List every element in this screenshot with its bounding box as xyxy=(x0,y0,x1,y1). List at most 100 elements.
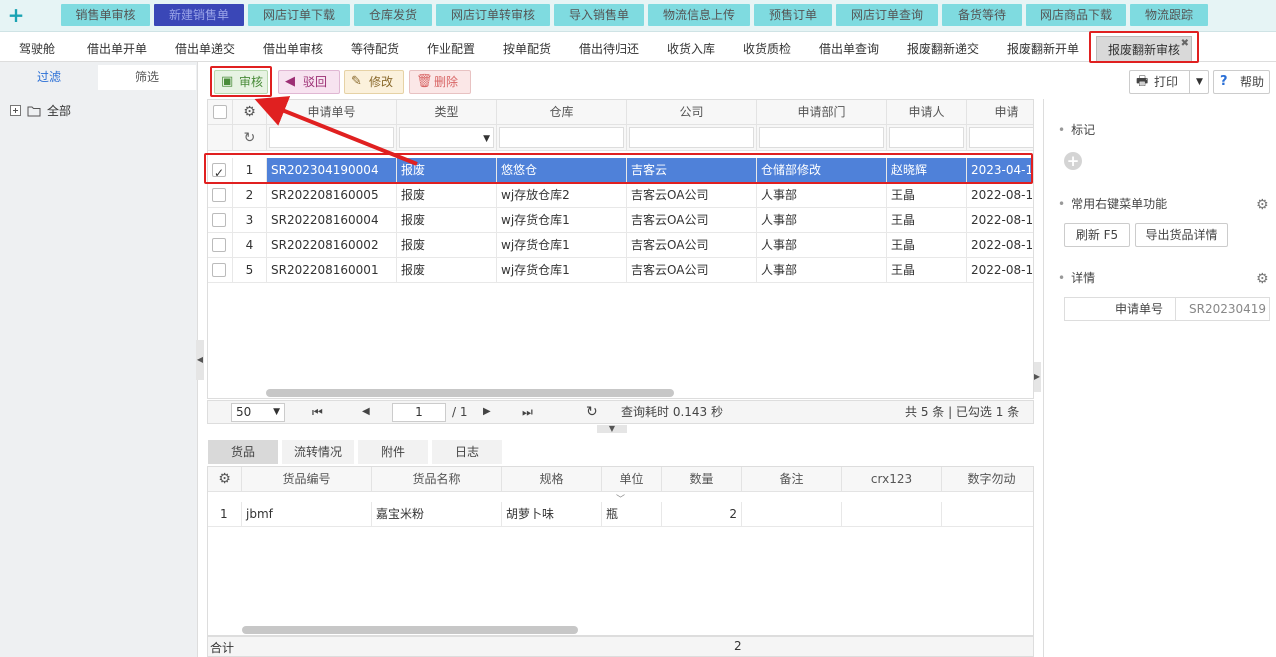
goods-cell[interactable]: 胡萝卜味 xyxy=(502,502,602,527)
table-cell[interactable]: 2022-08-16 xyxy=(967,183,1033,208)
tab-scrap-create[interactable]: 报废翻新开单 xyxy=(994,36,1092,62)
module-tab[interactable]: 预售订单 xyxy=(754,4,832,26)
goods-cell[interactable]: 瓶 xyxy=(602,502,662,527)
refresh-button[interactable]: 刷新 F5 xyxy=(1064,223,1130,247)
export-goods-button[interactable]: 导出货品详情 xyxy=(1135,223,1228,247)
table-cell[interactable]: 吉客云 xyxy=(627,158,757,183)
table-cell[interactable]: 2023-04-19 xyxy=(967,158,1033,183)
tab-select[interactable]: 筛选 xyxy=(98,65,196,90)
table-cell[interactable]: 吉客云OA公司 xyxy=(627,183,757,208)
next-page-icon[interactable]: ▶ xyxy=(483,401,491,423)
row-checkbox[interactable] xyxy=(212,238,226,252)
module-tab[interactable]: 网店订单下载 xyxy=(248,4,350,26)
tab-wait-picking[interactable]: 等待配货 xyxy=(338,36,412,62)
table-cell[interactable]: wj存货仓库1 xyxy=(497,233,627,258)
goods-cell[interactable]: 嘉宝米粉 xyxy=(372,502,502,527)
tab-receive[interactable]: 收货入库 xyxy=(654,36,728,62)
settings-gear-icon[interactable]: ⚙ xyxy=(233,100,267,125)
add-mark-icon[interactable]: + xyxy=(1064,152,1082,170)
goods-cell[interactable] xyxy=(742,502,842,527)
table-cell[interactable]: wj存货仓库1 xyxy=(497,258,627,283)
horizontal-scrollbar[interactable] xyxy=(266,389,674,397)
col-goods-name[interactable]: 货品名称 xyxy=(372,467,502,492)
goods-settings-gear-icon[interactable]: ⚙ xyxy=(208,467,242,492)
detail-settings-gear-icon[interactable]: ⚙ xyxy=(1256,271,1269,287)
tab-flow[interactable]: 流转情况 xyxy=(282,440,354,464)
col-remark[interactable]: 备注 xyxy=(742,467,842,492)
filter-request-no[interactable] xyxy=(267,125,397,151)
table-cell[interactable]: 吉客云OA公司 xyxy=(627,208,757,233)
module-tab[interactable]: 网店订单转审核 xyxy=(436,4,550,26)
tab-goods[interactable]: 货品 xyxy=(208,440,278,464)
module-tab-active[interactable]: 新建销售单 xyxy=(154,4,244,26)
table-cell[interactable]: 悠悠仓 xyxy=(497,158,627,183)
table-cell[interactable]: 2022-08-16 xyxy=(967,208,1033,233)
table-row[interactable]: 4 SR202208160002 报废 wj存货仓库1 吉客云OA公司 人事部 王晶 2022… xyxy=(208,233,1033,258)
reload-icon[interactable]: ↻ xyxy=(586,401,598,423)
table-cell[interactable]: 王晶 xyxy=(887,183,967,208)
col-department[interactable]: 申请部门 xyxy=(757,100,887,125)
module-tab[interactable]: 物流跟踪 xyxy=(1130,4,1208,26)
module-tab[interactable]: 导入销售单 xyxy=(554,4,644,26)
col-applicant[interactable]: 申请人 xyxy=(887,100,967,125)
table-cell[interactable]: 王晶 xyxy=(887,233,967,258)
filter-type[interactable]: ▼ xyxy=(397,125,497,151)
print-dropdown-icon[interactable]: ▼ xyxy=(1189,70,1209,94)
filter-applicant[interactable] xyxy=(887,125,967,151)
col-qty[interactable]: 数量 xyxy=(662,467,742,492)
table-cell[interactable]: 王晶 xyxy=(887,258,967,283)
table-cell[interactable]: 报废 xyxy=(397,258,497,283)
add-module-icon[interactable]: + xyxy=(6,4,26,26)
goods-horizontal-scrollbar[interactable] xyxy=(242,626,578,634)
filter-department[interactable] xyxy=(757,125,887,151)
col-apply-date[interactable]: 申请 xyxy=(967,100,1033,125)
table-cell[interactable]: SR202208160005 xyxy=(267,183,397,208)
col-spec[interactable]: 规格 xyxy=(502,467,602,492)
col-type[interactable]: 类型 xyxy=(397,100,497,125)
table-cell[interactable]: 人事部 xyxy=(757,183,887,208)
col-unit[interactable]: 单位 xyxy=(602,467,662,492)
table-cell[interactable]: 报废 xyxy=(397,158,497,183)
table-cell[interactable]: SR202208160004 xyxy=(267,208,397,233)
table-cell[interactable]: 报废 xyxy=(397,208,497,233)
edit-button[interactable]: ✎ 修改 xyxy=(344,70,404,94)
tab-loan-query[interactable]: 借出单查询 xyxy=(806,36,892,62)
tab-attachments[interactable]: 附件 xyxy=(358,440,428,464)
delete-button[interactable]: 🗑 删除 xyxy=(409,70,471,94)
detail-value[interactable]: SR20230419 xyxy=(1177,298,1271,320)
page-input[interactable]: 1 xyxy=(392,403,446,422)
tab-loan-audit[interactable]: 借出单审核 xyxy=(250,36,336,62)
module-tab[interactable]: 备货等待 xyxy=(942,4,1022,26)
filter-warehouse[interactable] xyxy=(497,125,627,151)
tree-root[interactable]: 全部 xyxy=(10,102,71,119)
tab-scrap-audit[interactable]: 报废翻新审核 ✖ xyxy=(1096,36,1192,62)
table-cell[interactable]: 人事部 xyxy=(757,208,887,233)
refresh-icon[interactable]: ↻ xyxy=(233,125,267,151)
table-cell[interactable]: SR202208160001 xyxy=(267,258,397,283)
audit-button[interactable]: ▣ 审核 xyxy=(214,70,268,94)
filter-date[interactable] xyxy=(967,125,1033,151)
table-cell[interactable]: 吉客云OA公司 xyxy=(627,233,757,258)
table-cell[interactable]: SR202208160002 xyxy=(267,233,397,258)
col-company[interactable]: 公司 xyxy=(627,100,757,125)
table-cell[interactable]: 赵晓辉 xyxy=(887,158,967,183)
table-cell[interactable]: wj存货仓库1 xyxy=(497,208,627,233)
tab-cockpit[interactable]: 驾驶舱 xyxy=(2,36,72,62)
table-cell[interactable]: 吉客云OA公司 xyxy=(627,258,757,283)
tab-scrap-submit[interactable]: 报废翻新递交 xyxy=(894,36,992,62)
reject-button[interactable]: ◀ 驳回 xyxy=(278,70,340,94)
tab-order-picking[interactable]: 按单配货 xyxy=(490,36,564,62)
module-tab[interactable]: 销售单审核 xyxy=(61,4,150,26)
table-row[interactable]: 2 SR202208160005 报废 wj存放仓库2 吉客云OA公司 人事部 王晶 2022… xyxy=(208,183,1033,208)
table-row[interactable]: 3 SR202208160004 报废 wj存货仓库1 吉客云OA公司 人事部 王晶 2022… xyxy=(208,208,1033,233)
collapse-bottom-handle[interactable]: ▼ xyxy=(597,425,627,433)
filter-company[interactable] xyxy=(627,125,757,151)
expand-icon[interactable] xyxy=(10,105,21,116)
table-cell[interactable]: 仓储部修改 xyxy=(757,158,887,183)
table-cell[interactable]: 人事部 xyxy=(757,258,887,283)
help-button[interactable]: ? 帮助 xyxy=(1213,70,1270,94)
module-tab[interactable]: 网店订单查询 xyxy=(836,4,938,26)
module-tab[interactable]: 仓库发货 xyxy=(354,4,432,26)
goods-cell[interactable] xyxy=(942,502,1033,527)
col-crx123[interactable]: crx123 xyxy=(842,467,942,492)
